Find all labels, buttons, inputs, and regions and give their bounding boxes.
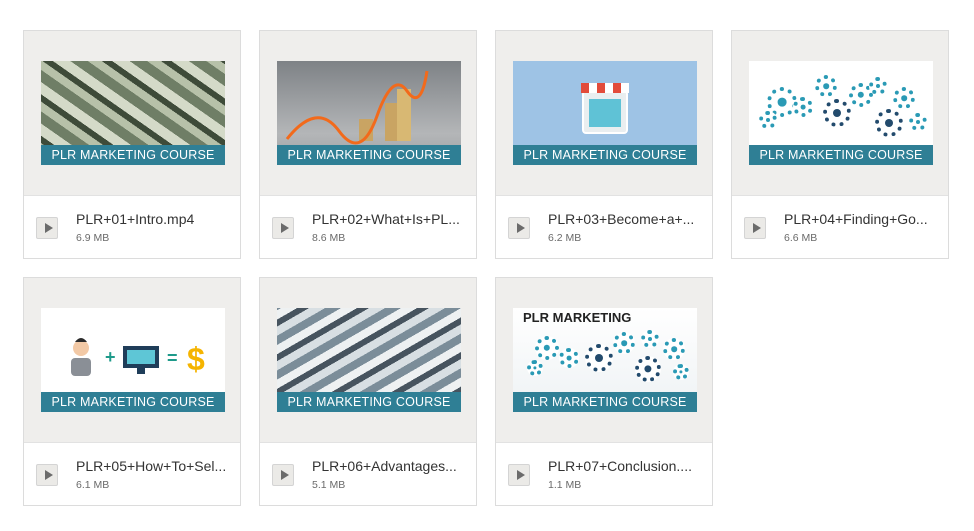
svg-text:$: $ [187,341,205,377]
video-thumbnail[interactable]: PLR MARKETING COURSE [496,31,712,196]
file-name[interactable]: PLR+02+What+Is+PL... [312,211,466,227]
gears-thumbnail: PLR MARKETING PLR MARKETING COURSE [513,308,697,412]
play-icon[interactable] [508,464,530,486]
svg-text:+: + [105,347,116,367]
file-name[interactable]: PLR+05+How+To+Sel... [76,458,230,474]
file-size: 8.6 MB [312,232,346,244]
thumbnail-title: PLR MARKETING [523,310,632,325]
video-thumbnail[interactable]: PLR MARKETING COURSE [260,278,476,443]
file-name[interactable]: PLR+06+Advantages... [312,458,466,474]
file-card[interactable]: PLR MARKETING COURSE PLR+01+Intro.mp4 6.… [23,30,241,259]
file-size: 6.2 MB [548,232,582,244]
file-size: 6.6 MB [784,232,818,244]
file-card[interactable]: PLR MARKETING COURSE PLR+03+Become+a+...… [495,30,713,259]
video-thumbnail[interactable]: PLR MARKETING COURSE [732,31,948,196]
file-card[interactable]: PLR MARKETING PLR MARKETING COURSE PLR+0… [495,277,713,506]
thumbnail-banner: PLR MARKETING COURSE [41,145,225,165]
file-size: 5.1 MB [312,479,346,491]
play-icon[interactable] [272,464,294,486]
store-tablet-icon [581,83,629,134]
thumbnail-banner: PLR MARKETING COURSE [277,392,461,412]
video-thumbnail[interactable]: PLR MARKETING COURSE [24,31,240,196]
person-plus-computer-equals-dollar-icon: + = $ [71,338,205,377]
file-name[interactable]: PLR+03+Become+a+... [548,211,702,227]
online-store-thumbnail: PLR MARKETING COURSE [513,61,697,165]
thumbnail-banner: PLR MARKETING COURSE [749,145,933,165]
thumbnail-banner: PLR MARKETING COURSE [277,145,461,165]
file-card[interactable]: PLR MARKETING COURSE PLR+06+Advantages..… [259,277,477,506]
play-icon[interactable] [272,217,294,239]
play-icon[interactable] [744,217,766,239]
file-name[interactable]: PLR+01+Intro.mp4 [76,211,230,227]
play-icon[interactable] [36,217,58,239]
file-size: 6.1 MB [76,479,110,491]
file-grid: PLR MARKETING COURSE PLR+01+Intro.mp4 6.… [0,0,974,531]
thumbnail-banner: PLR MARKETING COURSE [513,392,697,412]
play-icon[interactable] [508,217,530,239]
video-thumbnail[interactable]: PLR MARKETING PLR MARKETING COURSE [496,278,712,443]
growth-chart-icon [285,70,429,145]
thumbnail-banner: PLR MARKETING COURSE [41,392,225,412]
file-name[interactable]: PLR+07+Conclusion.... [548,458,702,474]
money-thumbnail: PLR MARKETING COURSE [41,61,225,165]
gears-thumbnail: PLR MARKETING COURSE [749,61,933,165]
file-name[interactable]: PLR+04+Finding+Go... [784,211,938,227]
growth-chart-thumbnail: PLR MARKETING COURSE [277,61,461,165]
file-card[interactable]: PLR MARKETING COURSE PLR+04+Finding+Go..… [731,30,949,259]
thumbnail-banner: PLR MARKETING COURSE [513,145,697,165]
file-card[interactable]: + = $ PLR MARKETING COURSE PLR+05+How+To… [23,277,241,506]
file-card[interactable]: PLR MARKETING COURSE PLR+02+What+Is+PL..… [259,30,477,259]
file-size: 6.9 MB [76,232,110,244]
dollar-bills-thumbnail: PLR MARKETING COURSE [277,308,461,412]
video-thumbnail[interactable]: PLR MARKETING COURSE [260,31,476,196]
play-icon[interactable] [36,464,58,486]
svg-text:=: = [167,348,178,368]
video-thumbnail[interactable]: + = $ PLR MARKETING COURSE [24,278,240,443]
file-size: 1.1 MB [548,479,582,491]
person-computer-dollar-thumbnail: + = $ PLR MARKETING COURSE [41,308,225,412]
